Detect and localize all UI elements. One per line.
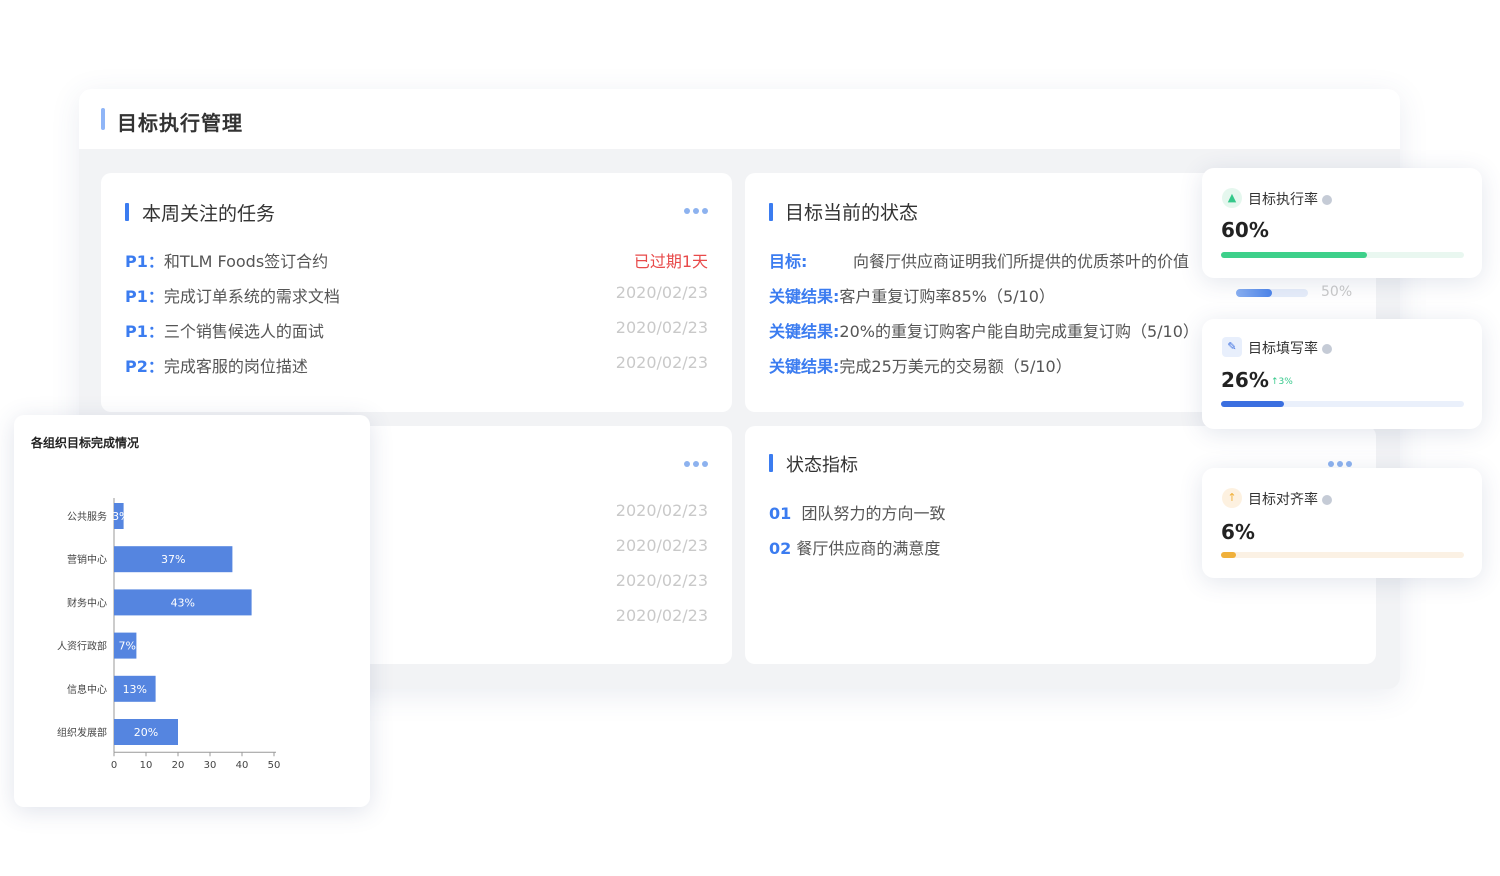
key-result-progress-text: 50% <box>1321 284 1353 300</box>
indicator-text: 团队努力的方向一致 <box>801 504 946 523</box>
indicator-item: 02 餐厅供应商的满意度 <box>769 535 940 559</box>
category-label: 人资行政部 <box>57 640 107 653</box>
metric-card-execution-rate: ▲ 目标执行率 60% <box>1202 168 1482 278</box>
card-accent-bar <box>769 203 773 221</box>
task-priority: P1： <box>125 322 164 341</box>
task-date: 2020/02/23 <box>615 606 708 625</box>
edit-icon: ✎ <box>1222 337 1242 357</box>
goal-label: 目标: <box>769 252 808 271</box>
metric-label: 目标执行率 <box>1248 189 1332 209</box>
metric-progress-fill <box>1221 552 1236 558</box>
card-accent-bar <box>769 454 773 472</box>
key-result-row: 关键结果:完成25万美元的交易额（5/10） <box>769 353 1072 377</box>
task-date: 2020/02/23 <box>615 536 708 555</box>
category-label: 信息中心 <box>67 683 107 696</box>
key-result-progress-fill <box>1236 289 1272 297</box>
task-item[interactable]: P1：完成订单系统的需求文档 <box>125 283 340 307</box>
info-icon[interactable] <box>1322 495 1332 505</box>
task-text: 三个销售候选人的面试 <box>163 322 324 341</box>
key-result-label: 关键结果: <box>769 287 840 306</box>
org-goal-bar-chart: 公共服务 3% 营销中心 37% 财务中心 43% 人资行政部 7% 信息中心 13% 组织发展部 2… <box>57 498 281 771</box>
x-tick-label: 40 <box>236 760 249 771</box>
value-label: 13% <box>123 683 147 696</box>
task-text: 和TLM Foods签订合约 <box>163 252 329 271</box>
metric-progress-track <box>1221 252 1464 258</box>
metric-value: 26% <box>1221 368 1269 392</box>
metric-card-fill-rate: ✎ 目标填写率 26% ↑3% <box>1202 319 1482 429</box>
title-accent-bar <box>101 108 105 130</box>
x-tick-label: 20 <box>172 760 185 771</box>
metric-label: 目标对齐率 <box>1248 489 1332 509</box>
key-result-progress-track <box>1236 289 1308 297</box>
main-header: 目标执行管理 <box>79 89 1400 149</box>
x-tick-label: 50 <box>268 760 281 771</box>
align-icon: ↑ <box>1222 488 1242 508</box>
metric-progress-track <box>1221 552 1464 558</box>
metric-delta: ↑3% <box>1271 377 1293 387</box>
task-item[interactable]: P2：完成客服的岗位描述 <box>125 353 308 377</box>
tasks-card-title: 本周关注的任务 <box>142 203 276 225</box>
task-priority: P1： <box>125 252 164 271</box>
key-result-text: 完成25万美元的交易额（5/10） <box>839 357 1072 376</box>
category-label: 组织发展部 <box>57 726 107 739</box>
key-result-row: 关键结果:客户重复订购率85%（5/10） <box>769 283 1055 307</box>
task-date: 2020/02/23 <box>615 353 708 372</box>
metric-value: 6% <box>1221 520 1255 544</box>
key-result-label: 关键结果: <box>769 322 840 341</box>
value-label: 43% <box>171 596 195 609</box>
category-label: 财务中心 <box>67 596 107 609</box>
task-text: 完成客服的岗位描述 <box>163 357 308 376</box>
value-label: 7% <box>118 640 135 653</box>
metric-progress-fill <box>1221 401 1285 407</box>
tasks-card: 本周关注的任务 P1：和TLM Foods签订合约 已过期1天 P1：完成订单系… <box>101 173 732 412</box>
category-label: 公共服务 <box>67 510 107 523</box>
x-tick-label: 30 <box>204 760 217 771</box>
card-accent-bar <box>125 203 129 221</box>
indicator-item: 01 团队努力的方向一致 <box>769 500 945 524</box>
task-text: 完成订单系统的需求文档 <box>163 287 340 306</box>
key-result-text: 客户重复订购率85%（5/10） <box>839 287 1055 306</box>
metric-label: 目标填写率 <box>1248 338 1332 358</box>
goal-row: 目标: <box>769 248 807 272</box>
indicator-num: 02 <box>769 539 792 558</box>
value-label: 37% <box>161 553 185 566</box>
key-result-label: 关键结果: <box>769 357 840 376</box>
task-priority: P2： <box>125 357 164 376</box>
goal-text: 向餐厅供应商证明我们所提供的优质茶叶的价值 <box>853 252 1190 271</box>
more-icon[interactable] <box>684 203 711 218</box>
info-icon[interactable] <box>1322 195 1332 205</box>
task-item[interactable]: P1：三个销售候选人的面试 <box>125 318 324 342</box>
more-icon[interactable] <box>684 456 711 471</box>
indicator-card-title: 状态指标 <box>786 455 858 476</box>
task-date: 2020/02/23 <box>615 318 708 337</box>
task-date: 2020/02/23 <box>615 501 708 520</box>
indicator-text: 餐厅供应商的满意度 <box>796 539 941 558</box>
metric-value: 60% <box>1221 218 1269 242</box>
org-goal-chart-card: 各组织目标完成情况 公共服务 3% 营销中心 37% 财务中心 43% 人资行政部 7% 信息中… <box>14 415 370 807</box>
key-result-row: 关键结果:20%的重复订购客户能自助完成重复订购（5/10） <box>769 318 1199 342</box>
value-label: 3% <box>112 510 129 523</box>
task-date: 2020/02/23 <box>615 571 708 590</box>
x-tick-label: 0 <box>111 760 117 771</box>
task-item[interactable]: P1：和TLM Foods签订合约 <box>125 248 328 272</box>
key-result-text: 20%的重复订购客户能自助完成重复订购（5/10） <box>839 322 1199 341</box>
task-overdue-badge: 已过期1天 <box>633 252 708 271</box>
task-date: 2020/02/23 <box>615 283 708 302</box>
info-icon[interactable] <box>1322 344 1332 354</box>
value-label: 20% <box>134 726 158 739</box>
metric-progress-fill <box>1221 252 1367 258</box>
status-card-title: 目标当前的状态 <box>785 202 919 224</box>
page-title: 目标执行管理 <box>117 111 243 135</box>
indicator-num: 01 <box>769 504 792 523</box>
org-icon: ▲ <box>1222 188 1242 208</box>
metric-card-align-rate: ↑ 目标对齐率 6% <box>1202 468 1482 578</box>
x-tick-label: 10 <box>140 760 153 771</box>
category-label: 营销中心 <box>67 553 107 566</box>
metric-progress-track <box>1221 401 1464 407</box>
task-priority: P1： <box>125 287 164 306</box>
